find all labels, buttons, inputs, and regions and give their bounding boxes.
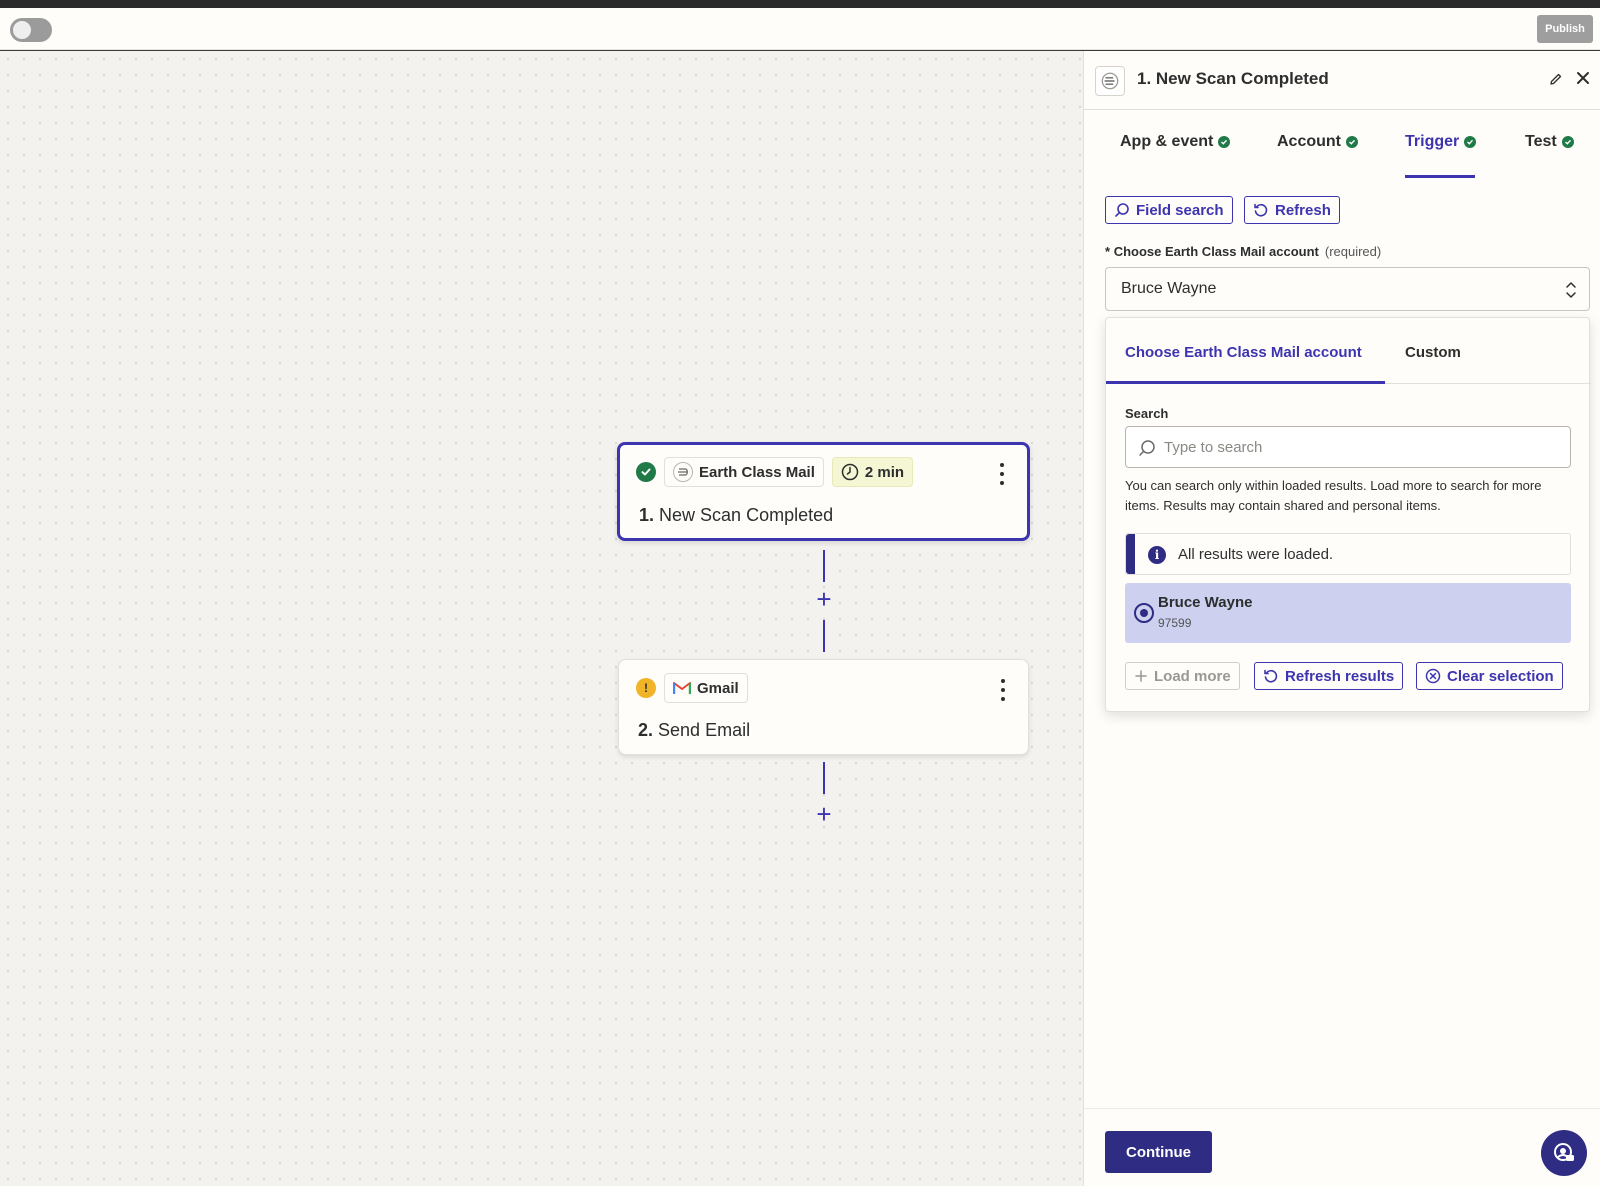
clear-selection-button[interactable]: Clear selection (1416, 662, 1563, 690)
clock-icon (841, 463, 859, 481)
panel-tabs: App & event Account Trigger Test (1084, 111, 1600, 179)
continue-button[interactable]: Continue (1105, 1131, 1212, 1173)
polling-time-text: 2 min (864, 463, 905, 481)
tab-test[interactable]: Test (1525, 133, 1574, 151)
polling-time-badge: 2 min (831, 457, 914, 487)
account-option[interactable]: Bruce Wayne 97599 (1125, 583, 1571, 643)
load-more-button[interactable]: Load more (1125, 662, 1240, 690)
step-config-panel: 1. New Scan Completed App & event Accoun… (1083, 51, 1600, 1186)
step-card-trigger[interactable]: Earth Class Mail 2 min 1. New Scan Compl… (617, 442, 1030, 541)
app-chip-gmail: Gmail (664, 673, 748, 703)
plus-icon (1135, 670, 1147, 682)
complete-check-icon (1218, 136, 1231, 148)
tab-trigger[interactable]: Trigger (1405, 133, 1477, 151)
refresh-fields-button[interactable]: Refresh (1244, 196, 1340, 224)
panel-header: 1. New Scan Completed (1084, 51, 1600, 110)
field-search-button[interactable]: Field search (1105, 196, 1233, 224)
option-name: Bruce Wayne (1158, 594, 1253, 611)
search-input-wrapper (1125, 426, 1571, 468)
clear-circle-icon (1425, 668, 1441, 684)
toggle-knob (13, 21, 31, 39)
refresh-icon (1254, 203, 1268, 217)
info-accent-bar (1126, 534, 1135, 574)
info-banner: i All results were loaded. (1125, 533, 1571, 575)
account-select-value: Bruce Wayne (1121, 280, 1217, 297)
step-header-row: ! Gmail (636, 673, 748, 703)
app-chip-earth-class-mail: Earth Class Mail (664, 457, 824, 487)
info-icon: i (1148, 546, 1166, 564)
success-check-icon (636, 462, 656, 482)
search-icon (1139, 440, 1155, 456)
refresh-results-button[interactable]: Refresh results (1254, 662, 1404, 690)
search-help-text: You can search only within loaded result… (1125, 478, 1542, 513)
step-card-action[interactable]: ! Gmail 2. Send Email (618, 659, 1029, 755)
complete-check-icon (1464, 136, 1477, 148)
dropdown-tab-custom[interactable]: Custom (1405, 344, 1461, 361)
editor-topbar: Publish (0, 8, 1600, 50)
support-agent-icon (1554, 1143, 1574, 1161)
tab-account[interactable]: Account (1277, 133, 1358, 151)
tab-app-event[interactable]: App & event (1120, 133, 1231, 151)
account-field-label: * Choose Earth Class Mail account (requir… (1105, 244, 1382, 259)
edit-pencil-icon[interactable] (1548, 71, 1564, 87)
connector-line (823, 550, 825, 582)
search-input[interactable] (1164, 427, 1564, 467)
connector-line (823, 762, 825, 794)
option-id: 97599 (1158, 616, 1192, 630)
gmail-icon (673, 682, 691, 694)
warning-icon: ! (636, 678, 656, 698)
step-title: 1. New Scan Completed (639, 505, 834, 525)
workflow-canvas[interactable] (0, 51, 1083, 1186)
connector-line (823, 620, 825, 652)
active-tab-indicator (1106, 381, 1385, 384)
info-text: All results were loaded. (1178, 546, 1334, 563)
dropdown-tab-choose-account[interactable]: Choose Earth Class Mail account (1125, 344, 1362, 361)
step-menu-icon[interactable] (1000, 679, 1006, 701)
step-header-row: Earth Class Mail 2 min (636, 457, 914, 487)
window-top-strip (0, 0, 1600, 8)
earth-class-mail-icon (1095, 66, 1125, 96)
panel-footer: Continue (1084, 1108, 1600, 1186)
zap-on-off-toggle[interactable] (10, 18, 52, 42)
refresh-icon (1264, 669, 1278, 683)
complete-check-icon (1346, 136, 1358, 148)
app-name: Earth Class Mail (699, 463, 815, 481)
step-title: 2. Send Email (638, 720, 751, 740)
add-step-button[interactable]: + (812, 801, 836, 827)
close-icon[interactable] (1574, 69, 1592, 87)
add-step-button[interactable]: + (812, 586, 836, 612)
publish-button[interactable]: Publish (1537, 15, 1593, 43)
app-name: Gmail (697, 679, 739, 697)
help-chat-button[interactable] (1541, 1130, 1587, 1176)
panel-title: 1. New Scan Completed (1137, 69, 1329, 88)
search-icon (1115, 203, 1129, 217)
step-menu-icon[interactable] (999, 463, 1005, 485)
chevron-up-down-icon (1566, 282, 1576, 298)
search-label: Search (1125, 406, 1169, 421)
active-tab-indicator (1405, 175, 1475, 178)
account-dropdown: Choose Earth Class Mail account Custom S… (1105, 317, 1591, 712)
radio-selected-icon (1134, 603, 1154, 623)
earth-class-mail-icon (673, 462, 693, 482)
account-select[interactable]: Bruce Wayne (1105, 267, 1590, 311)
complete-check-icon (1561, 136, 1574, 148)
